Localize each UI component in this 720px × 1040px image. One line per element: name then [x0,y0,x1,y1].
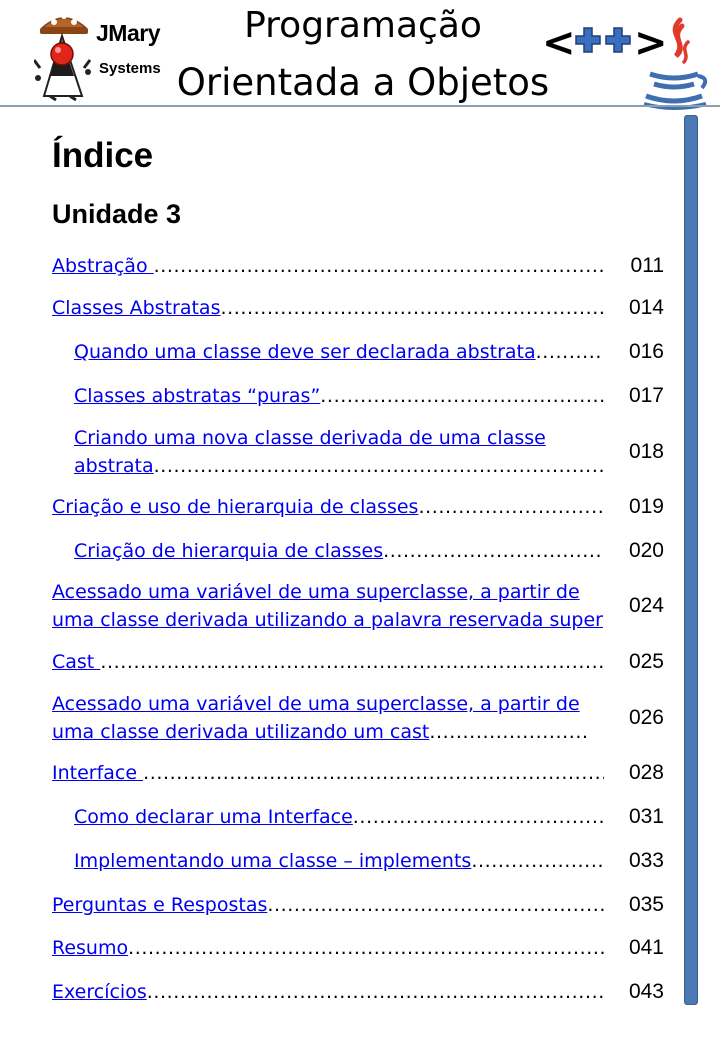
toc-entry: Acessado uma variável de uma superclasse… [52,578,664,634]
toc-page-number: 026 [628,706,664,729]
toc-page-number: 033 [628,849,664,872]
toc-entry: Criação e uso de hierarquia de classes..… [52,493,664,521]
toc-page-number: 031 [628,805,664,828]
toc-leader-dots: ........................................… [383,540,604,562]
toc-entry: Exercícios..............................… [52,978,664,1006]
toc-leader-dots: ........................................… [267,894,604,916]
toc-leader-dots: ........................................… [143,762,604,784]
toc-link[interactable]: Resumo [52,937,128,959]
toc-leader-dots: ........................................… [153,255,604,277]
toc-entry-text: Acessado uma variável de uma superclasse… [52,578,604,634]
toc-entry: Acessado uma variável de uma superclasse… [52,690,664,746]
toc-entry-text: Implementando uma classe – implements...… [74,847,604,875]
toc-page-number: 028 [628,761,664,784]
toc-page-number: 035 [628,893,664,916]
toc-page-number: 014 [628,296,664,319]
toc-entry-text: Criando uma nova classe derivada de uma … [74,424,604,480]
toc-leader-dots: ........................................… [146,981,604,1003]
toc-leader-dots: ........................................… [471,850,604,872]
toc-link[interactable]: Perguntas e Respostas [52,894,267,916]
toc-entry: Classes abstratas “puras”...............… [74,382,664,410]
toc-page-number: 016 [628,340,664,363]
toc-entry-text: Como declarar uma Interface.............… [74,803,604,831]
toc-entry: Quando uma classe deve ser declarada abs… [74,338,664,366]
toc-entry-text: Criação e uso de hierarquia de classes..… [52,493,604,521]
toc-link[interactable]: Interface [52,762,143,784]
toc-link[interactable]: Classes Abstratas [52,297,220,319]
toc-link[interactable]: Criação e uso de hierarquia de classes [52,496,418,518]
toc-entry: Classes Abstratas.......................… [52,294,664,322]
toc-leader-dots: ........................................… [535,341,604,363]
toc-entry: Implementando uma classe – implements...… [74,847,664,875]
toc-entry-text: Exercícios..............................… [52,978,604,1006]
toc-entry: Interface ..............................… [52,759,664,787]
toc-leader-dots: ........................................… [352,806,604,828]
header-divider [0,105,720,107]
toc-page-number: 017 [628,384,664,407]
toc-leader-dots: ........................ [429,721,589,743]
toc-entry-text: Classes Abstratas.......................… [52,294,604,322]
decorative-side-bar [684,115,698,1005]
toc-leader-dots: ........................................… [320,385,604,407]
toc-entry-text: Interface ..............................… [52,759,604,787]
toc-entry: Resumo..................................… [52,934,664,962]
unit-heading: Unidade 3 [52,199,182,229]
java-cup-icon [643,17,708,110]
toc-page-number: 025 [628,650,664,673]
toc-link[interactable]: Classes abstratas “puras” [74,385,320,407]
toc-leader-dots: ........................................… [418,496,604,518]
toc-link[interactable]: Exercícios [52,981,147,1003]
toc-page-number: 041 [628,936,664,959]
toc-entry: Criando uma nova classe derivada de uma … [74,424,664,480]
toc-entry-text: Cast ...................................… [52,648,604,676]
toc-link[interactable]: Cast [52,651,100,673]
toc-leader-dots: ........................................… [153,455,604,477]
toc-leader-dots: ........................................… [100,651,604,673]
toc-entry: Perguntas e Respostas...................… [52,891,664,919]
page-title-line2: Orientada a Objetos [176,61,550,104]
toc-page-number: 020 [628,539,664,562]
toc-entry-text: Resumo..................................… [52,934,604,962]
toc-link[interactable]: Como declarar uma Interface [74,806,353,828]
toc-entry-text: Abstração ..............................… [52,252,604,280]
toc-link[interactable]: Criação de hierarquia de classes [74,540,383,562]
toc-leader-dots: ........................................… [220,297,604,319]
toc-page-number: 019 [628,495,664,518]
index-heading: Índice [52,136,154,175]
toc-page-number: 024 [628,594,664,617]
toc-entry: Cast ...................................… [52,648,664,676]
toc-page-number: 011 [630,254,664,277]
toc-page-number: 018 [628,440,664,463]
toc-entry: Como declarar uma Interface.............… [74,803,664,831]
toc-entry: Criação de hierarquia de classes........… [74,537,664,565]
toc-link[interactable]: Implementando uma classe – implements [74,850,471,872]
toc-link[interactable]: Abstração [52,255,154,277]
toc-link[interactable]: Quando uma classe deve ser declarada abs… [74,341,536,363]
toc-entry-text: Classes abstratas “puras”...............… [74,382,604,410]
svg-text:<: < [542,20,576,64]
toc-link[interactable]: Acessado uma variável de uma superclasse… [52,581,603,631]
toc-page-number: 043 [628,980,664,1003]
toc-entry-text: Acessado uma variável de uma superclasse… [52,690,604,746]
toc-entry-text: Quando uma classe deve ser declarada abs… [74,338,604,366]
toc-leader-dots: ........................................… [128,937,604,959]
toc-entry: Abstração ..............................… [52,252,664,280]
toc-entry-text: Perguntas e Respostas...................… [52,891,604,919]
toc-entry-text: Criação de hierarquia de classes........… [74,537,604,565]
